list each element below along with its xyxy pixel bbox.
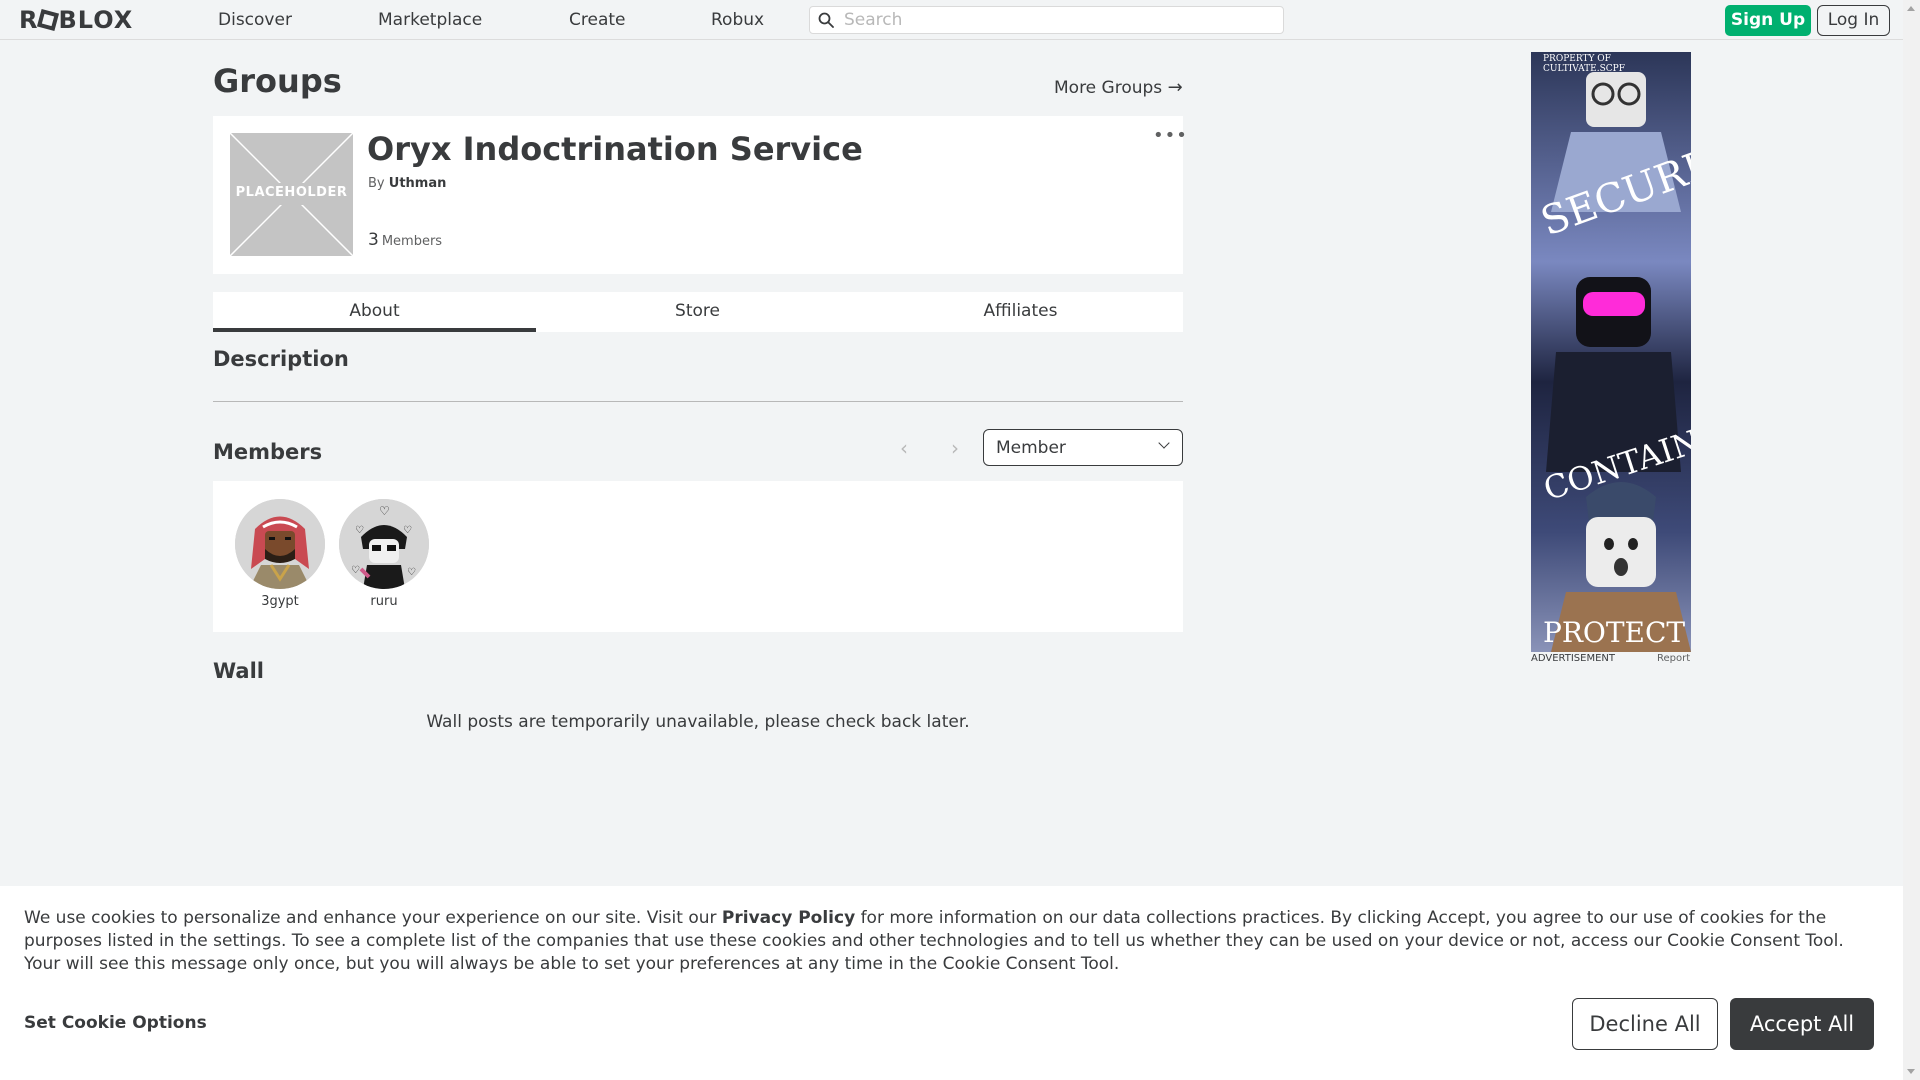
scroll-up-icon[interactable] xyxy=(1907,6,1915,11)
ad-property-text: PROPERTY OF CULTIVATE.SCPF xyxy=(1543,54,1625,74)
ad-banner[interactable]: PROPERTY OF CULTIVATE.SCPF SECURE CONTAI… xyxy=(1531,52,1691,652)
ellipsis-icon[interactable]: ••• xyxy=(1153,127,1187,145)
member-card[interactable]: ♡ ♡ ♡ ♡ ♡ ruru xyxy=(339,499,429,609)
decline-all-button[interactable]: Decline All xyxy=(1572,998,1718,1050)
group-member-count: 3 Members xyxy=(368,230,442,250)
nav-robux[interactable]: Robux xyxy=(711,0,764,40)
accept-all-button[interactable]: Accept All xyxy=(1730,998,1874,1050)
role-filter-value: Member xyxy=(996,438,1066,458)
ad-protect-text: PROTECT xyxy=(1543,616,1686,649)
nav-marketplace[interactable]: Marketplace xyxy=(378,0,482,40)
avatar[interactable] xyxy=(235,499,325,589)
avatar[interactable]: ♡ ♡ ♡ ♡ ♡ xyxy=(339,499,429,589)
description-heading: Description xyxy=(213,347,349,371)
ad-image xyxy=(1531,52,1691,652)
members-heading: Members xyxy=(213,440,323,464)
chevron-down-icon xyxy=(1158,437,1170,449)
wall-heading: Wall xyxy=(213,659,264,683)
cookie-banner: We use cookies to personalize and enhanc… xyxy=(0,886,1903,1080)
page-title: Groups xyxy=(213,62,342,100)
tab-affiliates[interactable]: Affiliates xyxy=(859,292,1182,332)
search-bar[interactable] xyxy=(809,6,1284,34)
svg-text:♡: ♡ xyxy=(351,565,360,576)
ad-label: ADVERTISEMENT xyxy=(1531,653,1616,664)
cookie-text: We use cookies to personalize and enhanc… xyxy=(24,907,1884,976)
nav-create[interactable]: Create xyxy=(569,0,626,40)
scroll-down-icon[interactable] xyxy=(1907,1069,1915,1074)
group-owner-line: By Uthman xyxy=(368,176,446,191)
group-tabs: About Store Affiliates xyxy=(213,292,1183,332)
arrow-right-icon: → xyxy=(1167,77,1183,98)
chevron-left-icon[interactable]: ‹ xyxy=(900,436,908,460)
member-name[interactable]: ruru xyxy=(339,594,429,609)
avatar-ruru-image: ♡ ♡ ♡ ♡ ♡ xyxy=(339,499,429,589)
section-divider xyxy=(213,401,1183,402)
members-list: 3gypt ♡ ♡ ♡ ♡ ♡ ruru xyxy=(213,481,1183,632)
more-groups-link[interactable]: More Groups → xyxy=(1054,77,1183,98)
cookie-text-before: We use cookies to personalize and enhanc… xyxy=(24,908,722,928)
page-scrollbar[interactable] xyxy=(1903,0,1920,1080)
group-emblem: PLACEHOLDER xyxy=(228,131,355,258)
member-name[interactable]: 3gypt xyxy=(235,594,325,609)
signup-button[interactable]: Sign Up xyxy=(1725,5,1811,36)
member-count-label: Members xyxy=(381,234,443,249)
nav-discover[interactable]: Discover xyxy=(218,0,292,40)
top-nav-bar: R BLOX Discover Marketplace Create Robux … xyxy=(0,0,1903,40)
privacy-policy-link[interactable]: Privacy Policy xyxy=(722,908,855,928)
chevron-right-icon[interactable]: › xyxy=(951,436,959,460)
member-card[interactable]: 3gypt xyxy=(235,499,325,609)
avatar-3gypt-image xyxy=(235,499,325,589)
svg-text:♡: ♡ xyxy=(403,525,412,536)
svg-text:♡: ♡ xyxy=(355,525,364,536)
owner-prefix: By xyxy=(368,176,385,191)
wall-unavailable-message: Wall posts are temporarily unavailable, … xyxy=(426,712,970,732)
tab-about[interactable]: About xyxy=(213,292,536,332)
more-groups-label: More Groups xyxy=(1054,78,1163,98)
login-button[interactable]: Log In xyxy=(1817,5,1890,36)
search-input[interactable] xyxy=(844,9,1274,31)
roblox-logo[interactable]: R BLOX xyxy=(19,6,133,34)
svg-text:♡: ♡ xyxy=(407,567,416,578)
tab-store[interactable]: Store xyxy=(536,292,859,332)
owner-link[interactable]: Uthman xyxy=(389,176,447,191)
member-count-value: 3 xyxy=(368,230,379,250)
role-filter-dropdown[interactable]: Member xyxy=(983,429,1183,466)
placeholder-label: PLACEHOLDER xyxy=(235,185,348,200)
group-name: Oryx Indoctrination Service xyxy=(367,130,863,168)
set-cookie-options-link[interactable]: Set Cookie Options xyxy=(24,1013,207,1033)
group-header-card: PLACEHOLDER Oryx Indoctrination Service … xyxy=(213,116,1187,274)
svg-text:♡: ♡ xyxy=(379,504,390,518)
search-icon xyxy=(818,12,834,28)
ad-report-link[interactable]: Report xyxy=(1657,653,1690,664)
